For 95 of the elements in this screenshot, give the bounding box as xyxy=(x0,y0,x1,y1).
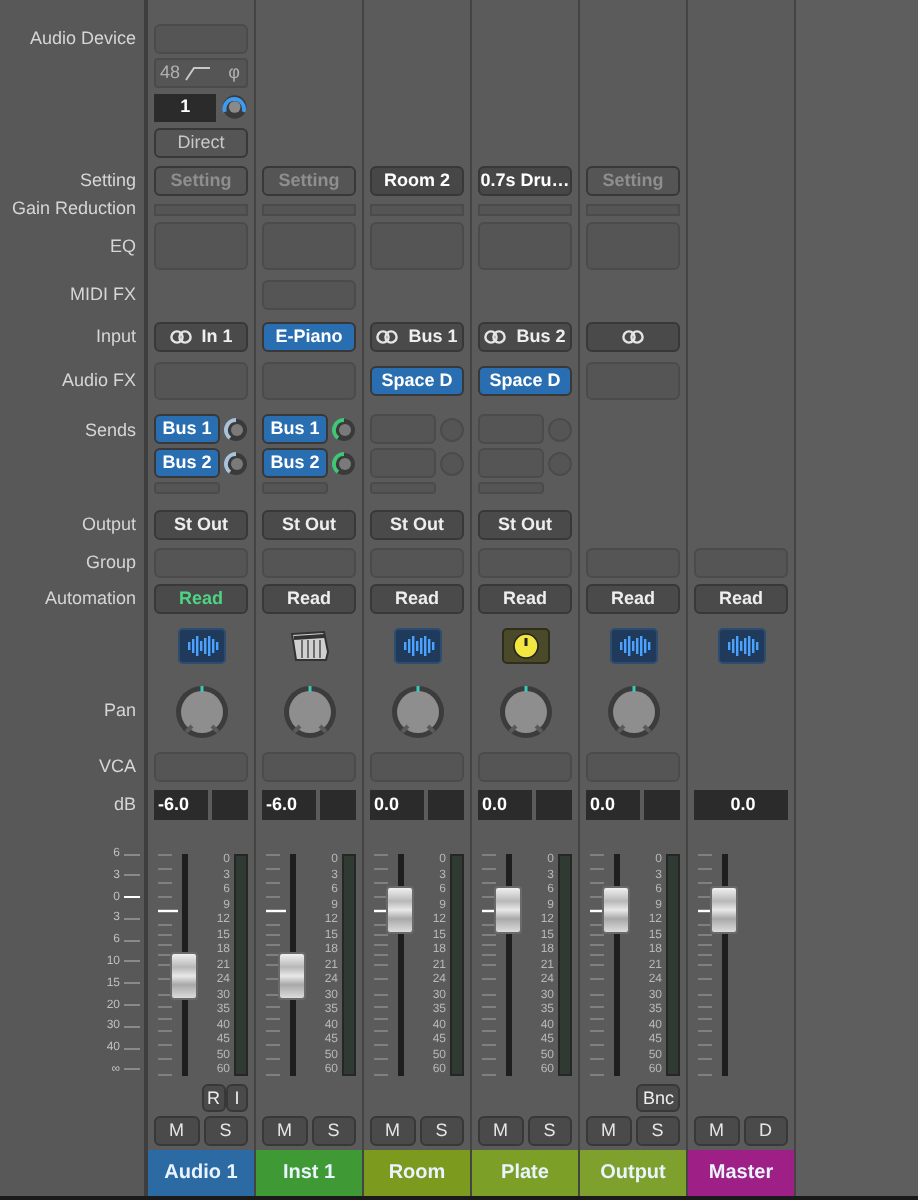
input-slot[interactable]: Bus 2 xyxy=(478,322,572,352)
input-slot[interactable]: Bus 1 xyxy=(370,322,464,352)
input-slot[interactable]: In 1 xyxy=(154,322,248,352)
stereo-icon xyxy=(376,330,399,344)
automation-button[interactable]: Read xyxy=(154,584,248,614)
peak-field xyxy=(428,790,464,820)
channel-field[interactable]: 1 xyxy=(154,93,217,121)
stereo-icon xyxy=(622,330,644,344)
mute-button[interactable]: M xyxy=(694,1116,739,1146)
output-slot[interactable]: St Out xyxy=(262,509,356,539)
output-slot[interactable]: St Out xyxy=(370,509,464,539)
pan-knob[interactable] xyxy=(281,683,337,739)
row-label: Automation xyxy=(44,590,136,608)
solo-button[interactable]: S xyxy=(203,1116,248,1146)
row-label: Sends xyxy=(84,422,136,440)
automation-button[interactable]: Read xyxy=(586,584,680,614)
automation-button[interactable]: Read xyxy=(262,584,356,614)
send-knob-icon[interactable] xyxy=(332,417,356,441)
fader-handle[interactable] xyxy=(278,952,306,1001)
peak-field xyxy=(536,790,572,820)
pan-knob[interactable] xyxy=(497,683,553,739)
row-label: EQ xyxy=(109,237,136,255)
mute-button[interactable]: M xyxy=(370,1116,415,1146)
strip-button[interactable]: Bnc xyxy=(636,1084,680,1112)
fader-handle[interactable] xyxy=(170,952,198,1001)
row-label: Group xyxy=(85,553,136,571)
send-knob-icon[interactable] xyxy=(332,451,356,475)
gain-knob-icon[interactable] xyxy=(222,94,248,120)
setting-button[interactable]: Room 2 xyxy=(370,166,464,196)
row-label: Audio FX xyxy=(61,372,136,390)
send-knob-icon[interactable] xyxy=(224,451,248,475)
sample-rate-label: 48 xyxy=(158,59,183,86)
solo-button[interactable]: S xyxy=(527,1116,572,1146)
volume-field[interactable]: 0.0 xyxy=(694,790,788,820)
strip-button[interactable]: R xyxy=(201,1084,226,1112)
mute-button[interactable]: M xyxy=(478,1116,523,1146)
peak-field xyxy=(212,790,248,820)
send-knob-icon[interactable] xyxy=(224,417,248,441)
fader-handle[interactable] xyxy=(602,885,630,934)
row-label: MIDI FX xyxy=(70,286,136,304)
output-slot[interactable]: St Out xyxy=(478,509,572,539)
row-label: VCA xyxy=(98,757,136,775)
solo-button[interactable]: S xyxy=(419,1116,464,1146)
fader-handle[interactable] xyxy=(386,885,414,934)
plugin-slot[interactable]: Space D xyxy=(370,366,464,396)
solo-button[interactable]: S xyxy=(311,1116,356,1146)
strip-button[interactable]: I xyxy=(226,1084,248,1112)
automation-button[interactable]: Read xyxy=(370,584,464,614)
input-slot[interactable]: E-Piano xyxy=(262,322,356,352)
output-slot[interactable]: St Out xyxy=(154,509,248,539)
peak-field xyxy=(320,790,356,820)
track-name[interactable]: Audio 1 xyxy=(148,1150,254,1196)
keyboard-icon[interactable] xyxy=(287,628,331,664)
waveform-icon[interactable] xyxy=(393,628,441,664)
waveform-icon[interactable] xyxy=(177,628,225,664)
volume-field[interactable]: -6.0 xyxy=(262,790,316,820)
row-label: Setting xyxy=(79,172,136,190)
track-name[interactable]: Master xyxy=(688,1150,794,1196)
row-label: Pan xyxy=(103,702,136,720)
volume-field[interactable]: 0.0 xyxy=(478,790,532,820)
pan-knob[interactable] xyxy=(605,683,661,739)
mute-button[interactable]: M xyxy=(586,1116,631,1146)
direct-button[interactable]: Direct xyxy=(154,128,248,158)
volume-field[interactable]: 0.0 xyxy=(586,790,640,820)
solo-button[interactable]: D xyxy=(743,1116,788,1146)
pan-knob[interactable] xyxy=(173,683,229,739)
row-label: dB xyxy=(113,796,136,814)
row-label: Audio Device xyxy=(29,29,136,47)
volume-field[interactable]: 0.0 xyxy=(370,790,424,820)
volume-field[interactable]: -6.0 xyxy=(154,790,208,820)
stereo-icon xyxy=(484,330,507,344)
send-slot[interactable]: Bus 2 xyxy=(154,448,220,478)
plugin-slot[interactable]: Space D xyxy=(478,366,572,396)
mute-button[interactable]: M xyxy=(262,1116,307,1146)
fader-handle[interactable] xyxy=(494,885,522,934)
send-slot[interactable]: Bus 1 xyxy=(262,414,328,444)
fader-handle[interactable] xyxy=(710,885,738,934)
automation-button[interactable]: Read xyxy=(478,584,572,614)
row-label: Output xyxy=(81,515,136,533)
automation-button[interactable]: Read xyxy=(694,584,788,614)
mute-button[interactable]: M xyxy=(154,1116,199,1146)
pan-knob[interactable] xyxy=(389,683,445,739)
solo-button[interactable]: S xyxy=(635,1116,680,1146)
filter-icon[interactable] xyxy=(184,64,213,82)
dial-icon[interactable] xyxy=(501,628,549,664)
stereo-icon xyxy=(169,330,192,344)
setting-button[interactable]: 0.7s Dru… xyxy=(478,166,572,196)
input-slot[interactable] xyxy=(586,322,680,352)
send-slot[interactable]: Bus 2 xyxy=(262,448,328,478)
send-slot[interactable]: Bus 1 xyxy=(154,414,220,444)
row-label: Input xyxy=(95,328,136,346)
waveform-icon[interactable] xyxy=(609,628,657,664)
peak-field xyxy=(644,790,680,820)
waveform-icon[interactable] xyxy=(717,628,765,664)
row-label: Gain Reduction xyxy=(11,200,136,218)
